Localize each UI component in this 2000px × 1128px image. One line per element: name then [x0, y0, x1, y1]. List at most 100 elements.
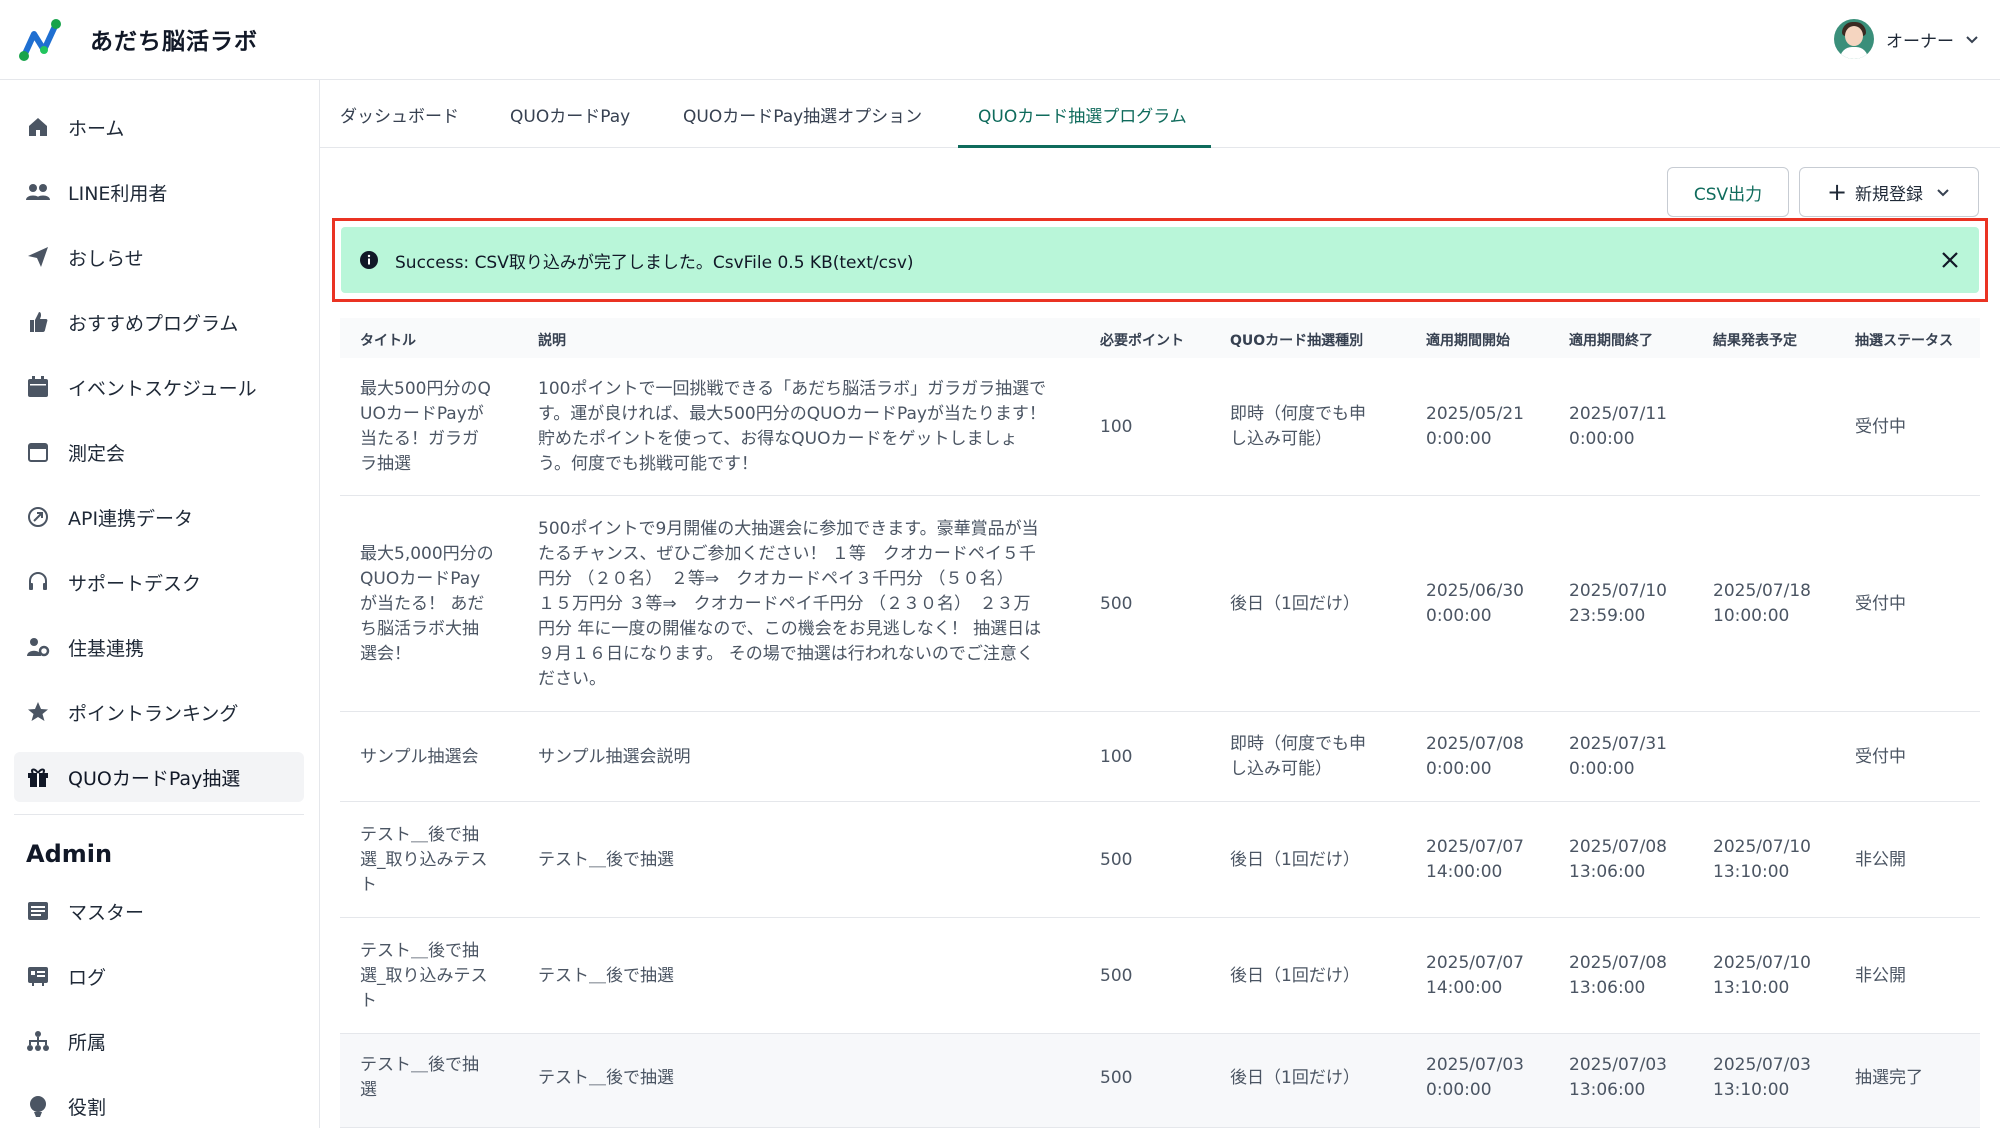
table-row[interactable]: 最大5,000円分の QUOカードPay が当たる！ あだ ち脳活ラボ大抽 選会… [340, 496, 1980, 712]
sidebar-item-affiliation[interactable]: 所属 [14, 1016, 304, 1066]
user-settings-icon [24, 633, 52, 661]
cell-end: 2025/07/08 13:06:00 [1569, 953, 1667, 998]
app-logo-icon[interactable] [18, 18, 64, 62]
sidebar-item-label: API連携データ [68, 507, 194, 530]
cell-status: 受付中 [1855, 746, 1906, 767]
cell-end: 2025/07/11 0:00:00 [1569, 404, 1667, 449]
headset-icon [24, 568, 52, 596]
chevron-down-icon [1937, 189, 1949, 197]
cell-points: 500 [1100, 593, 1133, 614]
sidebar-item-label: 測定会 [68, 442, 126, 465]
cell-type: 即時（何度でも申 し込み可能） [1230, 734, 1366, 779]
sidebar-item-label: 住基連携 [68, 637, 145, 660]
sidebar-item-role[interactable]: 役割 [14, 1081, 304, 1128]
cell-description: 500ポイントで9月開催の大抽選会に参加できます。豪華賞品が当 たるチャンス、ぜ… [538, 518, 1042, 689]
sidebar-item-measurement[interactable]: 測定会 [14, 427, 304, 477]
table-row[interactable]: 最大500円分のQ UOカードPayが 当たる！ガラガ ラ抽選 100ポイントで… [340, 358, 1980, 496]
cell-result: 2025/07/10 13:10:00 [1713, 953, 1811, 998]
cell-end: 2025/07/03 13:06:00 [1569, 1055, 1667, 1100]
user-menu[interactable]: オーナー [1834, 18, 1980, 60]
sidebar-item-recommended[interactable]: おすすめプログラム [14, 297, 304, 347]
column-header[interactable]: 適用期間開始 [1426, 330, 1510, 350]
column-header[interactable]: 必要ポイント [1100, 330, 1184, 350]
column-header[interactable]: 適用期間終了 [1569, 330, 1653, 350]
org-icon [24, 1027, 52, 1055]
tab-quo-lottery-options[interactable]: QUOカードPay抽選オプション [683, 80, 922, 148]
new-register-label: 新規登録 [1855, 184, 1924, 205]
sidebar-item-label: ホーム [68, 117, 125, 140]
calendar-icon [24, 373, 52, 401]
column-header[interactable]: 抽選ステータス [1855, 330, 1953, 350]
column-header[interactable]: 結果発表予定 [1713, 330, 1797, 350]
close-icon[interactable] [1939, 249, 1961, 271]
log-icon [24, 962, 52, 990]
star-icon [24, 698, 52, 726]
sidebar-item-notices[interactable]: おしらせ [14, 232, 304, 282]
column-header[interactable]: タイトル [360, 330, 416, 350]
cell-start: 2025/07/03 0:00:00 [1426, 1055, 1524, 1100]
success-alert: Success: CSV取り込みが完了しました。CsvFile 0.5 KB(t… [341, 227, 1979, 293]
cell-start: 2025/05/21 0:00:00 [1426, 404, 1524, 449]
table-row[interactable]: テスト＿後で抽 選 テスト＿後で抽選 500 後日（1回だけ） 2025/07/… [340, 1034, 1980, 1128]
cell-status: 非公開 [1855, 849, 1906, 870]
table-row[interactable]: テスト＿後で抽 選_取り込みテス ト テスト＿後で抽選 500 後日（1回だけ）… [340, 802, 1980, 918]
sidebar-item-label: ログ [68, 966, 107, 989]
users-icon [24, 178, 52, 206]
user-name[interactable]: オーナー [1886, 27, 1954, 52]
cell-status: 受付中 [1855, 593, 1906, 614]
cell-title: テスト＿後で抽 選_取り込みテス ト [360, 940, 488, 1011]
cell-points: 500 [1100, 849, 1133, 870]
column-header[interactable]: QUOカード抽選種別 [1230, 330, 1363, 350]
cell-title: テスト＿後で抽 選_取り込みテス ト [360, 824, 488, 895]
info-icon [360, 251, 378, 269]
sidebar-item-home[interactable]: ホーム [14, 102, 304, 152]
sidebar: ホーム LINE利用者 おしらせ おすすめプログラム イベントスケジュール 測定… [0, 80, 320, 1128]
sidebar-item-label: LINE利用者 [68, 182, 168, 205]
tab-quo-card-pay[interactable]: QUOカードPay [510, 80, 630, 148]
column-header[interactable]: 説明 [538, 330, 566, 350]
cell-end: 2025/07/08 13:06:00 [1569, 837, 1667, 882]
home-icon [24, 113, 52, 141]
sidebar-item-label: マスター [68, 901, 145, 924]
sidebar-item-label: 役割 [68, 1096, 107, 1119]
cell-type: 即時（何度でも申 し込み可能） [1230, 404, 1366, 449]
cell-points: 100 [1100, 416, 1133, 437]
sidebar-item-juki-link[interactable]: 住基連携 [14, 622, 304, 672]
cell-start: 2025/07/07 14:00:00 [1426, 837, 1524, 882]
cell-description: テスト＿後で抽選 [538, 849, 674, 870]
cell-status: 受付中 [1855, 416, 1906, 437]
sidebar-item-quo-lottery[interactable]: QUOカードPay抽選 [14, 752, 304, 802]
sidebar-item-log[interactable]: ログ [14, 951, 304, 1001]
sidebar-item-event-schedule[interactable]: イベントスケジュール [14, 362, 304, 412]
avatar[interactable] [1834, 19, 1874, 59]
cell-points: 500 [1100, 965, 1133, 986]
app-title[interactable]: あだち脳活ラボ [90, 22, 258, 56]
tab-dashboard[interactable]: ダッシュボード [340, 80, 459, 148]
table-row[interactable]: サンプル抽選会 サンプル抽選会説明 100 即時（何度でも申 し込み可能） 20… [340, 712, 1980, 802]
sidebar-item-label: おしらせ [68, 247, 144, 270]
cell-end: 2025/07/31 0:00:00 [1569, 734, 1667, 779]
calendar-outline-icon [24, 438, 52, 466]
sidebar-item-api-data[interactable]: API連携データ [14, 492, 304, 542]
sidebar-item-master[interactable]: マスター [14, 886, 304, 936]
cell-points: 500 [1100, 1067, 1133, 1088]
role-icon [24, 1092, 52, 1120]
new-register-button[interactable]: + 新規登録 [1799, 167, 1979, 217]
cell-description: 100ポイントで一回挑戦できる「あだち脳活ラボ」ガラガラ抽選で す。運が良ければ… [538, 379, 1047, 474]
cell-result: 2025/07/18 10:00:00 [1713, 581, 1811, 626]
csv-export-button[interactable]: CSV出力 [1667, 167, 1789, 217]
top-header: あだち脳活ラボ オーナー [0, 0, 2000, 80]
cell-end: 2025/07/10 23:59:00 [1569, 581, 1667, 626]
chevron-down-icon[interactable] [1964, 31, 1980, 47]
cell-points: 100 [1100, 746, 1133, 767]
sidebar-item-label: QUOカードPay抽選 [68, 767, 241, 790]
sidebar-item-line-users[interactable]: LINE利用者 [14, 167, 304, 217]
sidebar-item-support-desk[interactable]: サポートデスク [14, 557, 304, 607]
cell-title: テスト＿後で抽 選 [360, 1055, 479, 1100]
tab-quo-lottery-program[interactable]: QUOカード抽選プログラム [978, 80, 1187, 148]
table-row[interactable]: テスト＿後で抽 選_取り込みテス ト テスト＿後で抽選 500 後日（1回だけ）… [340, 918, 1980, 1034]
active-tab-indicator [958, 145, 1211, 148]
cell-title: 最大5,000円分の QUOカードPay が当たる！ あだ ち脳活ラボ大抽 選会… [360, 543, 494, 664]
sidebar-item-point-ranking[interactable]: ポイントランキング [14, 687, 304, 737]
cell-type: 後日（1回だけ） [1230, 849, 1360, 870]
